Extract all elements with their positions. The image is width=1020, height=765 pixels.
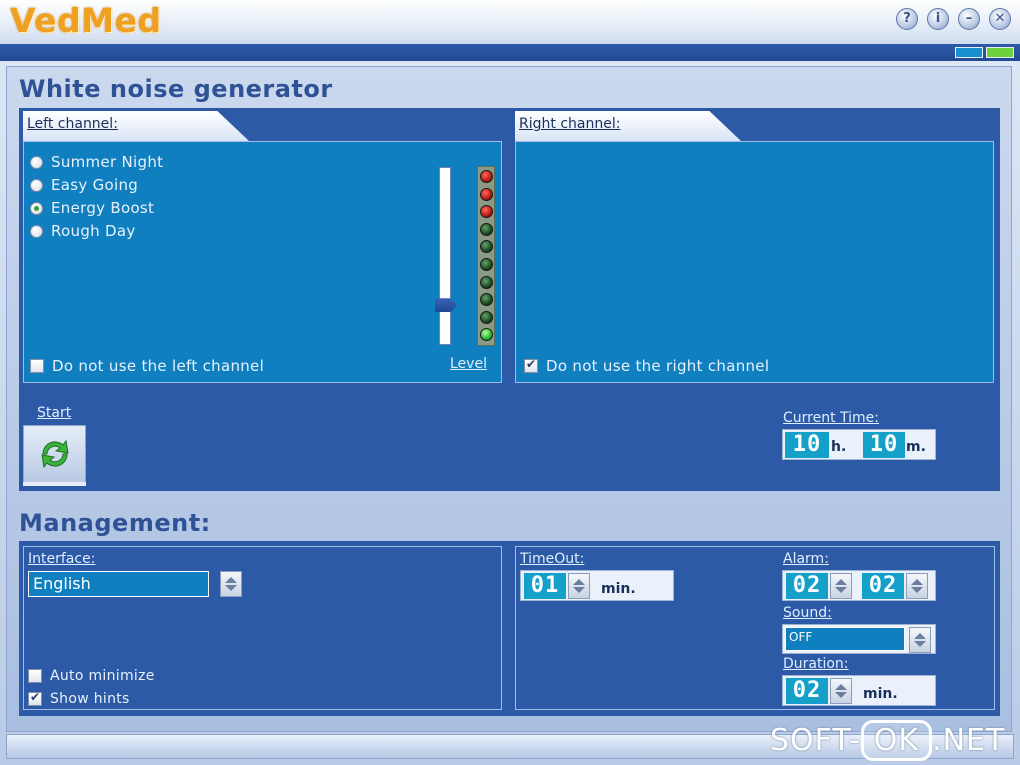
start-button[interactable] (23, 425, 86, 483)
white-noise-panel: Left channel: Summer Night Easy Going En… (19, 108, 1000, 491)
level-led (480, 293, 493, 307)
timeout-unit: min. (601, 581, 636, 597)
tab-right-channel[interactable]: Right channel: (515, 111, 741, 141)
radio-energy-boost[interactable]: Energy Boost (30, 198, 154, 218)
left-channel-area: Summer Night Easy Going Energy Boost Rou… (23, 141, 502, 383)
current-time-display: 10 h. 10 m. (782, 429, 936, 460)
interface-spinner[interactable] (220, 571, 242, 597)
sound-label: Sound: (783, 605, 832, 621)
level-led (480, 222, 493, 236)
checkbox-icon (28, 690, 42, 706)
radio-icon (30, 224, 43, 238)
timeout-label: TimeOut: (520, 551, 585, 567)
current-time-label: Current Time: (783, 410, 880, 426)
refresh-icon (41, 439, 69, 469)
radio-label: Energy Boost (51, 199, 155, 217)
auto-minimize-checkbox[interactable]: Auto minimize (28, 668, 155, 684)
radio-rough-day[interactable]: Rough Day (30, 221, 136, 241)
radio-summer-night[interactable]: Summer Night (30, 152, 163, 172)
radio-icon (30, 155, 43, 169)
section-title-white-noise: White noise generator (19, 75, 333, 103)
alarm-control: 02 02 (782, 570, 936, 601)
right-channel-tab-label: Right channel: (519, 116, 621, 132)
right-channel-disable-label: Do not use the right channel (546, 357, 770, 375)
watermark-left: SOFT- (770, 723, 861, 758)
level-led (480, 205, 493, 219)
tab-left-channel[interactable]: Left channel: (23, 111, 249, 141)
interface-label: Interface: (28, 551, 96, 567)
alarm-hours-spinner[interactable] (830, 573, 852, 599)
level-led (480, 170, 493, 183)
current-time-hours: 10 (785, 432, 829, 458)
left-channel-tab-label: Left channel: (27, 116, 118, 132)
alarm-minutes-spinner[interactable] (906, 573, 928, 599)
management-panel: Interface: English Auto minimize Show hi… (19, 541, 1000, 716)
header-strip (0, 44, 1020, 61)
start-link[interactable]: Start (37, 405, 71, 421)
sound-control: OFF (782, 624, 936, 654)
level-meter (477, 166, 495, 346)
left-channel-disable-checkbox[interactable]: Do not use the left channel (30, 357, 264, 375)
watermark-middle: OK (860, 720, 933, 761)
level-slider-track[interactable] (439, 167, 451, 345)
sound-select[interactable]: OFF (785, 627, 905, 651)
compact-mode-button[interactable] (986, 47, 1014, 58)
timeout-control: 01 min. (520, 570, 674, 601)
level-led (480, 310, 493, 324)
current-time-minutes: 10 (863, 432, 905, 458)
level-led (480, 328, 493, 342)
checkbox-icon (28, 669, 42, 683)
level-led (480, 240, 493, 254)
management-left-box: Interface: English Auto minimize Show hi… (23, 546, 502, 710)
radio-icon (30, 201, 43, 215)
duration-control: 02 min. (782, 675, 936, 706)
level-slider-thumb[interactable] (435, 298, 457, 313)
watermark: SOFT- OK .NET (770, 720, 1005, 761)
app-window: VedMed ? i – ✕ White noise generator Lef… (0, 0, 1020, 765)
timeout-spinner[interactable] (568, 573, 590, 599)
right-channel-disable-checkbox[interactable]: Do not use the right channel (524, 357, 769, 375)
level-led (480, 275, 493, 289)
auto-minimize-label: Auto minimize (50, 668, 155, 684)
duration-value[interactable]: 02 (786, 678, 828, 704)
help-icon[interactable]: ? (896, 8, 918, 30)
start-button-underline (23, 482, 86, 486)
left-channel-disable-label: Do not use the left channel (52, 357, 265, 375)
checkbox-icon (524, 357, 538, 373)
title-bar[interactable]: VedMed ? i – ✕ (0, 0, 1020, 45)
radio-label: Rough Day (51, 222, 136, 240)
alarm-minutes[interactable]: 02 (862, 573, 904, 599)
alarm-hours[interactable]: 02 (786, 573, 828, 599)
mini-mode-button[interactable] (955, 47, 983, 58)
hours-unit: h. (831, 439, 847, 455)
section-title-management: Management: (19, 509, 211, 537)
radio-label: Summer Night (51, 153, 164, 171)
duration-unit: min. (863, 686, 898, 702)
info-icon[interactable]: i (927, 8, 949, 30)
radio-icon (30, 178, 43, 192)
minutes-unit: m. (906, 439, 926, 455)
sound-spinner[interactable] (909, 627, 931, 653)
duration-label: Duration: (783, 656, 849, 672)
show-hints-checkbox[interactable]: Show hints (28, 690, 130, 707)
level-led (480, 187, 493, 201)
duration-spinner[interactable] (830, 678, 852, 704)
close-icon[interactable]: ✕ (989, 8, 1011, 30)
right-channel-area: Do not use the right channel (515, 141, 994, 383)
interface-select[interactable]: English (28, 571, 209, 597)
timeout-value[interactable]: 01 (524, 573, 566, 599)
level-link[interactable]: Level (450, 356, 487, 372)
alarm-label: Alarm: (783, 551, 829, 567)
radio-easy-going[interactable]: Easy Going (30, 175, 138, 195)
watermark-right: .NET (932, 723, 1006, 758)
management-right-box: TimeOut: 01 min. Alarm: 02 02 Sound: OFF… (515, 546, 995, 710)
level-led (480, 258, 493, 271)
show-hints-label: Show hints (50, 691, 130, 707)
checkbox-icon (30, 359, 44, 373)
minimize-icon[interactable]: – (958, 8, 980, 30)
radio-label: Easy Going (51, 176, 139, 194)
app-title: VedMed (10, 1, 162, 40)
